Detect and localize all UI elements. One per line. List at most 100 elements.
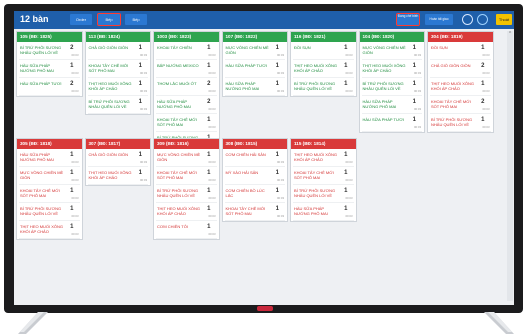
- order-item[interactable]: KHOAI TÂY CHÊ MỚI SỐT PHÔ MAI 1 00:03: [87, 60, 148, 78]
- kitchen-button[interactable]: Bếp: [97, 13, 121, 26]
- order-card[interactable]: 1003 (BĐ: 1823) KHOAI TÂY CHIÊN 1 00:03 BẮP …: [153, 31, 220, 151]
- order-item[interactable]: ĐỒI SỤN 1 00:03: [293, 42, 354, 60]
- order-item[interactable]: MỰC VÒNG CHIÊN MÈ GIÒN 1 00:03: [19, 167, 80, 185]
- order-item[interactable]: HÀU SỮA PHÁP NƯỚNG PHÔ MAI 1 00:03: [19, 149, 80, 167]
- order-item-qty: 1: [344, 81, 348, 87]
- vertical-scrollbar[interactable]: ^: [507, 31, 513, 301]
- order-item[interactable]: THỊT HEO MUỐI XÔNG KHÓI ÁP CHẢO 1 00:03: [361, 60, 422, 78]
- order-item-qty: 1: [412, 63, 416, 69]
- order-item[interactable]: KHOAI TÂY CHÊ MỚI SỐT PHÔ MAI 1 00:03: [224, 203, 285, 221]
- order-item[interactable]: THỊT HEO MUỐI XÔNG KHÓI ÁP CHẢO 1 00:03: [87, 167, 148, 185]
- order-item[interactable]: THƠM LẮC MUỐI ỚT 2 00:03: [156, 78, 217, 96]
- order-item[interactable]: HÀU SỮA PHÁP TƯƠI 2 00:03: [19, 78, 80, 96]
- order-item[interactable]: KHOAI TÂY CHÊ MỚI SỐT PHÔ MAI 1 00:03: [19, 185, 80, 203]
- order-item[interactable]: HÀU SỮA PHÁP NƯỚNG PHÔ MAI 2 00:03: [156, 96, 217, 114]
- order-item[interactable]: MỲ XÀO HẢI SẢN 1 00:03: [224, 167, 285, 185]
- order-item[interactable]: KHOAI TÂY CHÊ MỚI SỐT PHÔ MAI 1 00:03: [156, 114, 217, 132]
- order-item[interactable]: BÍ TRỨ PHÔI SƯƠNG NHÂU QUÊN LỐI VỀ 1 00:03: [19, 203, 80, 221]
- order-card[interactable]: 113 (BĐ: 1824) CHẢ GIÒ GIÒN GIÒN 1 00:03 KHO…: [84, 31, 151, 115]
- order-item[interactable]: CHẢ GIÒ GIÒN GIÒN 2 00:03: [430, 60, 491, 78]
- order-card-title: 104 (BĐ: 1820): [359, 32, 424, 42]
- order-item[interactable]: HÀU SỮA PHÁP TƯƠI 1 00:03: [361, 114, 422, 132]
- order-card[interactable]: 116 (BĐ: 1821) ĐỒI SỤN 1 00:03 THỊT HEO MUỐI…: [290, 31, 357, 97]
- order-item-name: HÀU SỮA PHÁP TƯƠI: [362, 117, 404, 122]
- order-item-time: 00:03: [140, 71, 147, 75]
- order-card[interactable]: 304 (BĐ: 1819) ĐỒI SỤN 1 00:03 CHẢ GIÒ GIÒN …: [427, 31, 494, 133]
- order-item[interactable]: THỊT HEO MUỐI XÔNG KHÓI ÁP CHẢO 1 00:03: [156, 203, 217, 221]
- order-item[interactable]: MỰC VÒNG CHIÊN MÈ GIÒN 1 00:03: [156, 149, 217, 167]
- order-item-time: 00:03: [71, 160, 79, 164]
- refresh-icon[interactable]: [462, 14, 473, 25]
- order-item-qty: 2: [481, 63, 485, 69]
- order-item[interactable]: HÀU SỮA PHÁP NƯỚNG PHÔ MAI 1 00:03: [224, 78, 285, 96]
- order-item-qty: 1: [481, 45, 485, 51]
- order-item-time: 00:03: [345, 160, 353, 164]
- order-item[interactable]: BÍ TRỨ PHÔI SƯƠNG NHÂU QUÊN LỐI VỀ 1 00:03: [430, 114, 491, 132]
- order-item[interactable]: CƠM CHIÊN HẢI SẢN 1 00:03: [224, 149, 285, 167]
- order-item-qty: 2: [481, 99, 485, 105]
- order-card-title: 107 (BĐ: 1822): [222, 32, 287, 42]
- order-item-time: 00:03: [208, 53, 216, 57]
- order-item[interactable]: THỊT HEO MUỐI XÔNG KHÓI ÁP CHẢO 1 00:03: [293, 60, 354, 78]
- order-card[interactable]: 104 (BĐ: 1820) MỰC VÒNG CHIÊN MÈ GIÒN 1 00:…: [358, 31, 425, 133]
- order-card[interactable]: 307 (BĐ: 1817) CHẢ GIÒ GIÒN GIÒN 1 00:03 THỊ…: [84, 138, 151, 186]
- order-item-qty: 1: [70, 170, 74, 176]
- order-card[interactable]: 308 (BĐ: 1815) CƠM CHIÊN HẢI SẢN 1 00:03 MỲ …: [221, 138, 288, 222]
- order-item-name: BÍ TRỨ PHÔI SƯƠNG NHÂU QUÊN LỐI VỀ: [157, 188, 199, 198]
- order-item-qty: 1: [207, 117, 211, 123]
- order-item-time: 00:03: [208, 71, 216, 75]
- order-item[interactable]: BÍ TRỨ PHÔI SƯƠNG NHÂU QUÊN LỐI VỀ 1 00:03: [87, 96, 148, 114]
- order-item[interactable]: THỊT HEO MUỐI XÔNG KHÓI ÁP CHẢO 1 00:03: [293, 149, 354, 167]
- order-item-name: ĐỒI SỤN: [431, 45, 448, 50]
- in-progress-button[interactable]: Đang chế biến: [396, 13, 420, 26]
- order-item[interactable]: KHOAI TÂY CHÊ MỚI SỐT PHÔ MAI 1 00:03: [156, 167, 217, 185]
- order-item[interactable]: CƠM CHIÊN BÒ LÚC LẮC 1 00:03: [224, 185, 285, 203]
- order-item[interactable]: HÀU SỮA PHÁP NƯỚNG PHÔ MAI 1 00:03: [293, 203, 354, 221]
- order-item[interactable]: CHẢ GIÒ GIÒN GIÒN 1 00:03: [87, 149, 148, 167]
- order-card[interactable]: 107 (BĐ: 1822) MỰC VÒNG CHIÊN MÈ GIÒN 1 00:…: [221, 31, 288, 97]
- tv-frame: 12 bàn Order Bếp Bếp Đang chế biến Hoàn …: [0, 0, 531, 336]
- order-item[interactable]: KHOAI TÂY CHIÊN 1 00:03: [156, 42, 217, 60]
- exit-button[interactable]: Thoát: [496, 14, 512, 25]
- order-item-name: HÀU SỮA PHÁP TƯƠI: [225, 63, 267, 68]
- chevron-up-icon[interactable]: ^: [507, 31, 513, 37]
- order-item-qty: 1: [275, 81, 279, 87]
- order-card[interactable]: 305 (BĐ: 1818) HÀU SỮA PHÁP NƯỚNG PHÔ MAI…: [16, 138, 83, 240]
- order-item[interactable]: HÀU SỮA PHÁP NƯỚNG PHÔ MAI 1 00:03: [361, 96, 422, 114]
- order-item[interactable]: MỰC VÒNG CHIÊN MÈ GIÒN 1 00:03: [224, 42, 285, 60]
- order-button[interactable]: Order: [70, 14, 92, 25]
- order-item[interactable]: BÍ TRỨ PHÔI SƯƠNG NHÂU QUÊN LỐI VỀ 1 00:03: [293, 78, 354, 96]
- order-item[interactable]: ĐỒI SỤN 1 00:03: [430, 42, 491, 60]
- order-item[interactable]: THỊT HEO MUỐI XÔNG KHÓI ÁP CHẢO 1 00:03: [19, 221, 80, 239]
- order-item-qty: 1: [275, 45, 279, 51]
- order-item[interactable]: HÀU SỮA PHÁP NƯỚNG PHÔ MAI 1 00:03: [19, 60, 80, 78]
- order-item[interactable]: MỰC VÒNG CHIÊN MÈ GIÒN 1 00:03: [361, 42, 422, 60]
- order-item-name: MỰC VÒNG CHIÊN MÈ GIÒN: [157, 152, 201, 162]
- order-item-qty: 1: [412, 81, 416, 87]
- order-card-title: 105 (BĐ: 1825): [17, 32, 82, 42]
- order-item-time: 00:03: [71, 89, 79, 93]
- order-item[interactable]: THỊT HEO MUỐI XÔNG KHÓI ÁP CHẢO 1 00:03: [87, 78, 148, 96]
- order-item[interactable]: KHOAI TÂY CHÊ MỚI SỐT PHÔ MAI 1 00:03: [293, 167, 354, 185]
- order-item[interactable]: CHẢ GIÒ GIÒN GIÒN 1 00:03: [87, 42, 148, 60]
- order-item[interactable]: BÍ TRỨ PHÔI SƯƠNG NHÂU QUÊN LỐI VỀ 1 00:03: [361, 78, 422, 96]
- order-item[interactable]: CƠM CHIÊN TỎI 1 00:03: [156, 221, 217, 239]
- order-card[interactable]: 115 (BĐ: 1814) THỊT HEO MUỐI XÔNG KHÓI ÁP…: [290, 138, 357, 222]
- order-item[interactable]: BÍ TRỨ PHÔI SƯƠNG NHÂU QUÊN LỐI VỀ 1 00:03: [156, 185, 217, 203]
- kitchen-button-2[interactable]: Bếp: [125, 14, 147, 25]
- order-item[interactable]: BÍ TRỨ PHÔI SƯƠNG NHÂU QUÊN LỐI VỀ 2 00:03: [19, 42, 80, 60]
- order-item-qty: 1: [481, 117, 485, 123]
- order-item[interactable]: BÍ TRỨ PHÔI SƯƠNG NHÂU QUÊN LỐI VỀ 1 00:03: [293, 185, 354, 203]
- order-card[interactable]: 105 (BĐ: 1825) BÍ TRỨ PHÔI SƯƠNG NHÂU QUÊ…: [16, 31, 83, 97]
- order-item[interactable]: THỊT HEO MUỐI XÔNG KHÓI ÁP CHẢO 1 00:03: [430, 78, 491, 96]
- order-item-name: MỰC VÒNG CHIÊN MÈ GIÒN: [362, 45, 406, 55]
- order-item-time: 00:03: [345, 178, 353, 182]
- settings-icon[interactable]: [477, 14, 488, 25]
- order-item[interactable]: BẮP NƯỚNG MEXICO 1 00:03: [156, 60, 217, 78]
- order-card[interactable]: 309 (BĐ: 1816) MỰC VÒNG CHIÊN MÈ GIÒN 1 00:…: [153, 138, 220, 240]
- order-item-name: THỊT HEO MUỐI XÔNG KHÓI ÁP CHẢO: [88, 170, 132, 180]
- order-item[interactable]: HÀU SỮA PHÁP TƯƠI 1 00:03: [224, 60, 285, 78]
- completed-button[interactable]: Hoàn tất giao: [425, 14, 453, 25]
- order-item[interactable]: KHOAI TÂY CHÊ MỚI SỐT PHÔ MAI 2 00:03: [430, 96, 491, 114]
- order-item-time: 00:03: [208, 125, 216, 129]
